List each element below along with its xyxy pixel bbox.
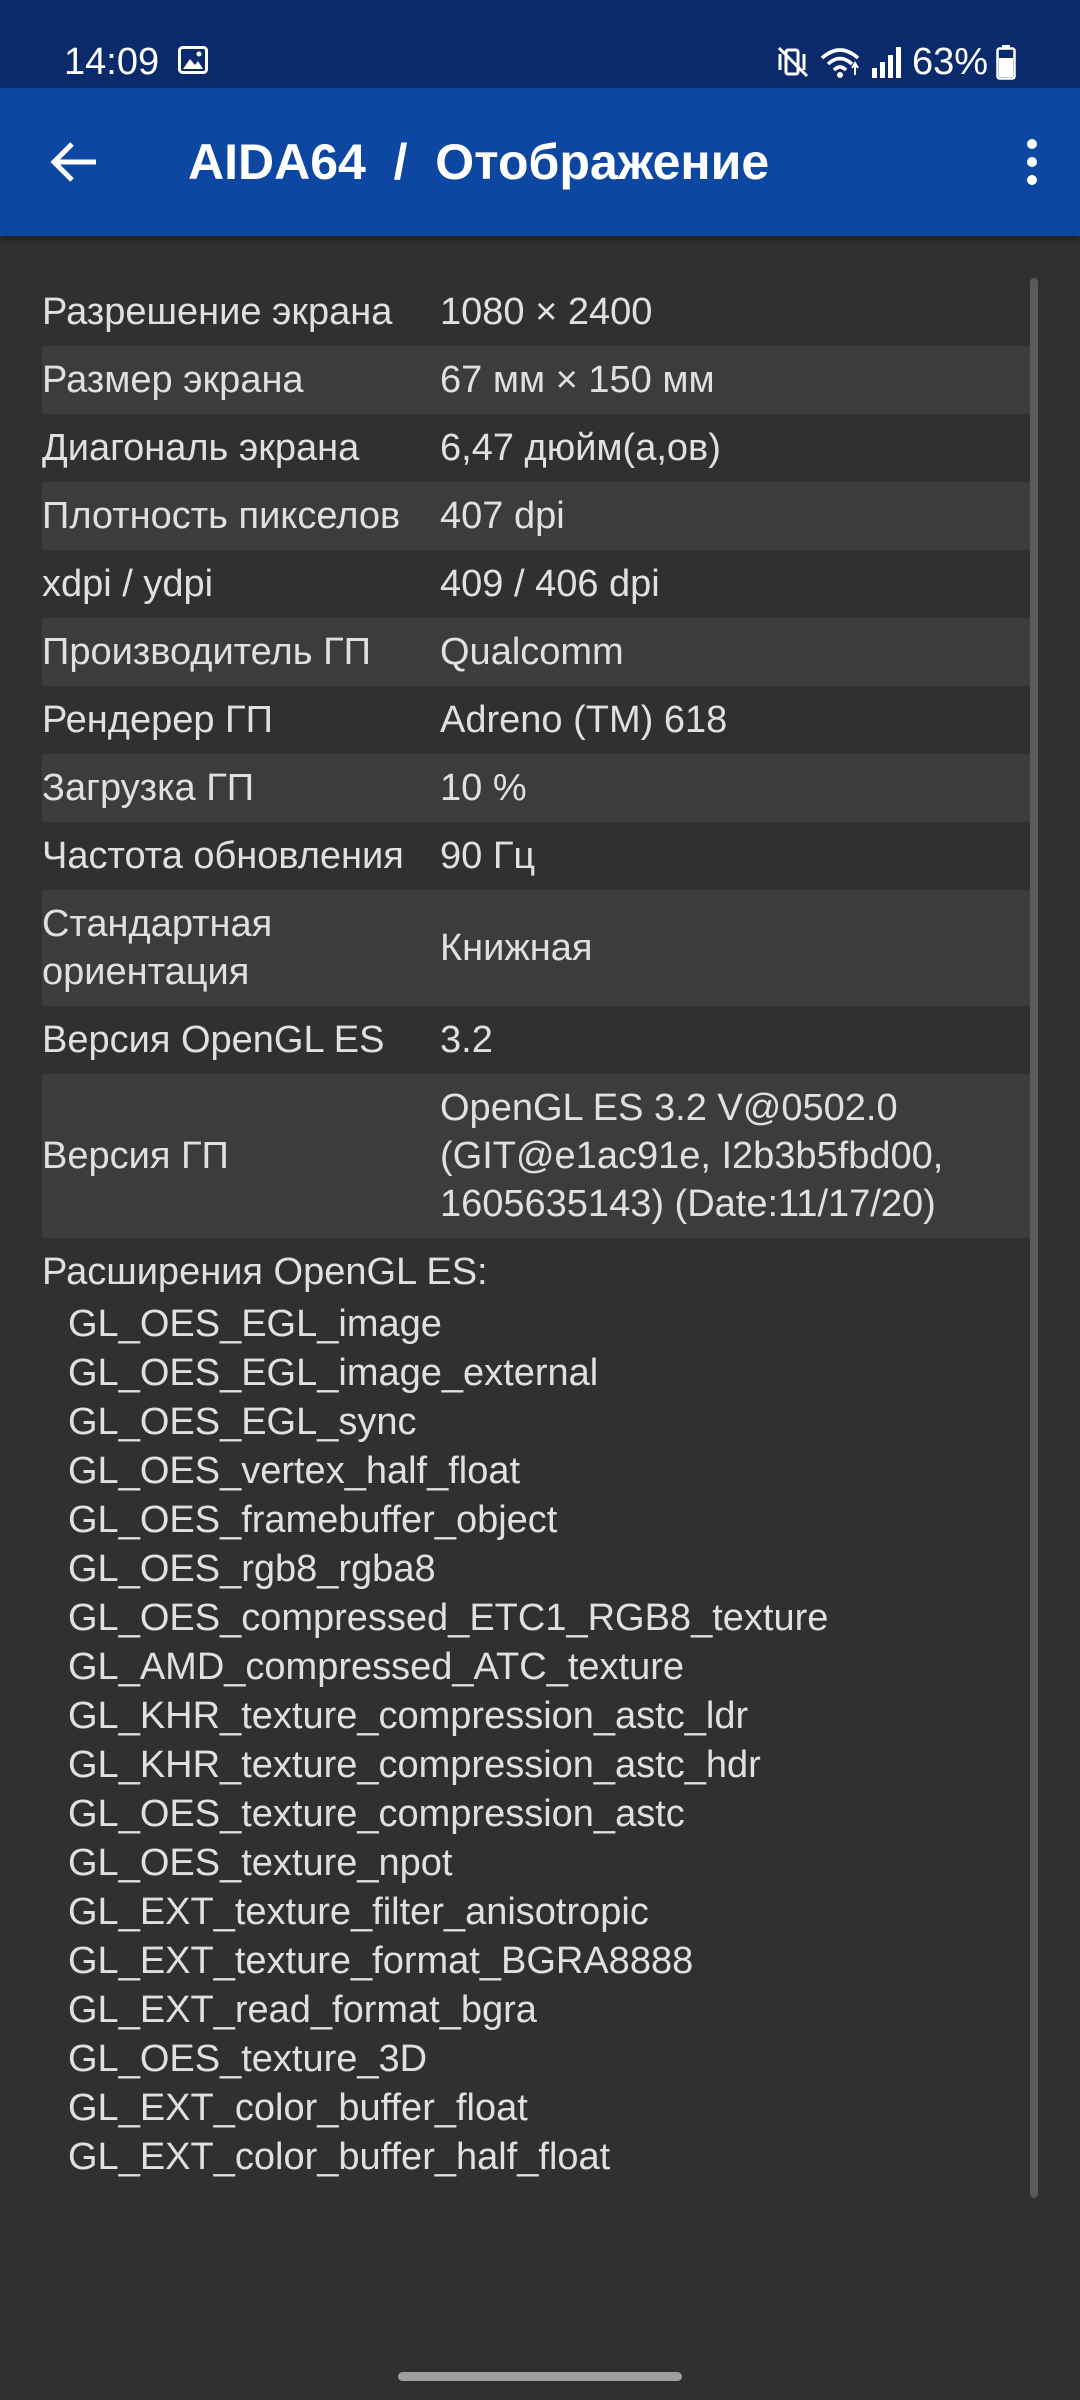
info-value: 409 / 406 dpi [440, 563, 660, 605]
more-vert-icon[interactable] [1010, 130, 1054, 194]
info-value: Книжная [440, 927, 593, 969]
info-label: Частота обновления [42, 835, 404, 877]
info-row-refresh-rate: Частота обновления 90 Гц [42, 822, 1038, 890]
info-label: Разрешение экрана [42, 291, 393, 333]
info-label: Рендерер ГП [42, 699, 273, 741]
list-item: GL_EXT_texture_filter_anisotropic [68, 1891, 649, 1933]
info-value: 1080 × 2400 [440, 291, 653, 333]
extensions-list: GL_OES_EGL_image GL_OES_EGL_image_extern… [42, 1300, 1038, 2182]
extensions-heading: Расширения OpenGL ES: [42, 1251, 488, 1293]
list-item: GL_OES_rgb8_rgba8 [68, 1548, 436, 1590]
info-label: Версия ГП [42, 1135, 229, 1177]
info-value: OpenGL ES 3.2 V@0502.0 (GIT@e1ac91e, I2b… [440, 1087, 944, 1225]
info-value: Adreno (TM) 618 [440, 699, 728, 741]
battery-icon [996, 45, 1016, 80]
scrollbar[interactable] [1030, 278, 1038, 2198]
list-item: GL_OES_texture_compression_astc [68, 1793, 685, 1835]
info-row-screen-size: Размер экрана 67 мм × 150 мм [42, 346, 1038, 414]
info-row-gpu-load: Загрузка ГП 10 % [42, 754, 1038, 822]
info-row-opengl-version: Версия OpenGL ES 3.2 [42, 1006, 1038, 1074]
list-item: GL_OES_vertex_half_float [68, 1450, 521, 1492]
list-item: GL_EXT_read_format_bgra [68, 1989, 537, 2031]
signal-icon [871, 47, 901, 78]
page-title: AIDA64 / Отображение [188, 134, 770, 190]
status-bar: 14:09 63% [0, 0, 1080, 88]
info-row-screen-resolution: Разрешение экрана 1080 × 2400 [42, 278, 1038, 346]
battery-percent: 63% [911, 41, 988, 83]
info-value: 10 % [440, 767, 527, 809]
info-value: 407 dpi [440, 495, 565, 537]
arrow-back-icon[interactable] [44, 132, 104, 192]
info-row-xdpi-ydpi: xdpi / ydpi 409 / 406 dpi [42, 550, 1038, 618]
info-row-gpu-renderer: Рендерер ГП Adreno (TM) 618 [42, 686, 1038, 754]
display-info-list: Разрешение экрана 1080 × 2400 Размер экр… [42, 278, 1038, 2182]
list-item: GL_KHR_texture_compression_astc_ldr [68, 1695, 749, 1737]
list-item: GL_OES_framebuffer_object [68, 1499, 558, 1541]
list-item: GL_OES_texture_3D [68, 2038, 428, 2080]
info-row-default-orientation: Стандартная ориентация Книжная [42, 890, 1038, 1006]
mute-vibrate-icon [777, 46, 808, 78]
info-value: 90 Гц [440, 835, 536, 877]
info-value: Qualcomm [440, 631, 624, 673]
list-item: GL_OES_EGL_image [68, 1303, 442, 1345]
info-label: Версия OpenGL ES [42, 1019, 385, 1061]
info-value: 67 мм × 150 мм [440, 359, 715, 401]
info-row-screen-diagonal: Диагональ экрана 6,47 дюйм(а,ов) [42, 414, 1038, 482]
image-icon [178, 46, 208, 74]
wifi-icon [820, 48, 860, 78]
info-label: Загрузка ГП [42, 767, 255, 809]
info-row-gpu-version: Версия ГП OpenGL ES 3.2 V@0502.0 (GIT@e1… [42, 1074, 1038, 1238]
info-label: Размер экрана [42, 359, 304, 401]
list-item: GL_EXT_color_buffer_half_float [68, 2136, 611, 2178]
list-item: GL_OES_EGL_sync [68, 1401, 417, 1443]
info-label: Производитель ГП [42, 631, 371, 673]
list-item: GL_EXT_texture_format_BGRA8888 [68, 1940, 694, 1982]
status-icons: 63% [776, 40, 1016, 84]
status-time: 14:09 [64, 41, 160, 83]
info-row-pixel-density: Плотность пикселов 407 dpi [42, 482, 1038, 550]
list-item: GL_EXT_color_buffer_float [68, 2087, 528, 2129]
info-value: 6,47 дюйм(а,ов) [440, 427, 721, 469]
gesture-nav-handle[interactable] [398, 2372, 682, 2381]
info-label: Стандартная ориентация [42, 903, 273, 993]
info-label: Плотность пикселов [42, 495, 401, 537]
info-label: Диагональ экрана [42, 427, 360, 469]
list-item: GL_KHR_texture_compression_astc_hdr [68, 1744, 761, 1786]
list-item: GL_AMD_compressed_ATC_texture [68, 1646, 684, 1688]
app-bar: AIDA64 / Отображение [0, 88, 1080, 236]
info-row-gpu-vendor: Производитель ГП Qualcomm [42, 618, 1038, 686]
list-item: GL_OES_EGL_image_external [68, 1352, 599, 1394]
info-value: 3.2 [440, 1019, 493, 1061]
list-item: GL_OES_compressed_ETC1_RGB8_texture [68, 1597, 829, 1639]
info-label: xdpi / ydpi [42, 563, 214, 605]
list-item: GL_OES_texture_npot [68, 1842, 453, 1884]
